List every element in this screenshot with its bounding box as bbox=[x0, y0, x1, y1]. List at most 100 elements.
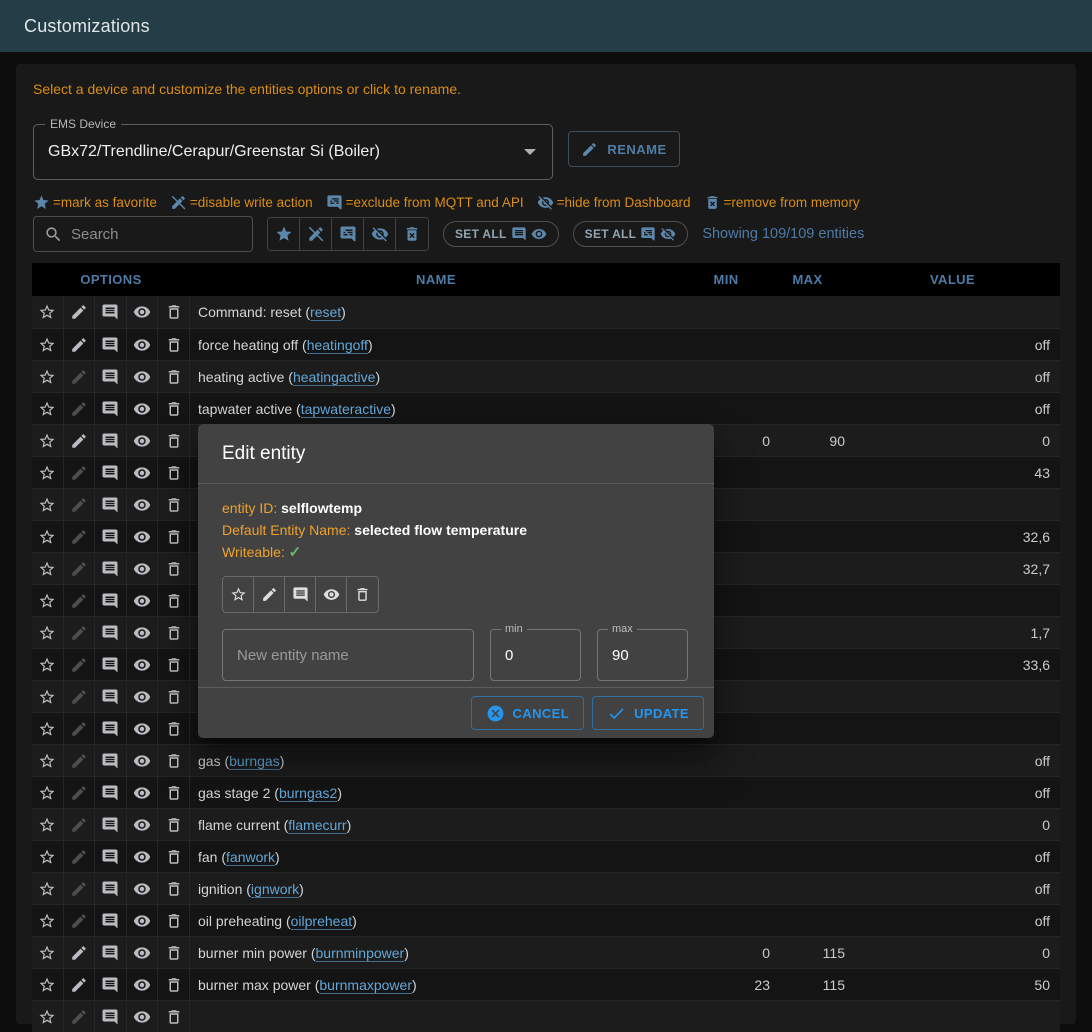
hide-dashboard-button[interactable] bbox=[127, 809, 159, 840]
favorite-star-button[interactable] bbox=[32, 969, 64, 1000]
hide-dashboard-button[interactable] bbox=[127, 296, 159, 328]
favorite-star-button[interactable] bbox=[32, 809, 64, 840]
favorite-star-button[interactable] bbox=[32, 329, 64, 360]
min-field[interactable]: min bbox=[490, 629, 581, 681]
exclude-mqtt-button[interactable] bbox=[95, 1001, 127, 1032]
entity-id-link[interactable]: burnminpower bbox=[316, 945, 405, 961]
delete-entity-button[interactable] bbox=[158, 329, 190, 360]
entity-id-link[interactable]: tapwateractive bbox=[301, 401, 391, 417]
favorite-star-button[interactable] bbox=[32, 649, 64, 680]
ems-device-select[interactable]: EMS Device GBx72/Trendline/Cerapur/Green… bbox=[33, 124, 553, 180]
set-all-hide-button[interactable]: SET ALL bbox=[573, 221, 689, 247]
edit-entity-button[interactable] bbox=[64, 777, 96, 808]
favorite-star-button[interactable] bbox=[32, 296, 64, 328]
exclude-mqtt-button[interactable] bbox=[95, 777, 127, 808]
delete-entity-button[interactable] bbox=[158, 457, 190, 488]
hide-dashboard-button[interactable] bbox=[127, 553, 159, 584]
delete-entity-button[interactable] bbox=[158, 873, 190, 904]
delete-entity-button[interactable] bbox=[158, 745, 190, 776]
hide-dashboard-button[interactable] bbox=[127, 425, 159, 456]
favorite-star-button[interactable] bbox=[32, 777, 64, 808]
hide-dashboard-button[interactable] bbox=[127, 649, 159, 680]
delete-entity-button[interactable] bbox=[158, 393, 190, 424]
delete-entity-button[interactable] bbox=[158, 296, 190, 328]
favorite-star-button[interactable] bbox=[32, 681, 64, 712]
exclude-mqtt-button[interactable] bbox=[95, 841, 127, 872]
hide-dashboard-button[interactable] bbox=[316, 577, 347, 612]
favorite-star-button[interactable] bbox=[32, 425, 64, 456]
favorite-star-button[interactable] bbox=[32, 553, 64, 584]
edit-entity-button[interactable] bbox=[64, 489, 96, 520]
exclude-mqtt-button[interactable] bbox=[95, 361, 127, 392]
edit-entity-button[interactable] bbox=[64, 393, 96, 424]
edit-entity-button[interactable] bbox=[64, 553, 96, 584]
delete-entity-button[interactable] bbox=[158, 809, 190, 840]
edit-entity-button[interactable] bbox=[64, 585, 96, 616]
entity-id-link[interactable]: reset bbox=[310, 304, 341, 320]
favorite-star-button[interactable] bbox=[32, 841, 64, 872]
edit-entity-button[interactable] bbox=[64, 713, 96, 744]
delete-forever-toggle-button[interactable] bbox=[396, 218, 428, 250]
exclude-mqtt-button[interactable] bbox=[95, 969, 127, 1000]
favorite-star-button[interactable] bbox=[32, 1001, 64, 1032]
hide-dashboard-button[interactable] bbox=[127, 617, 159, 648]
edit-entity-button[interactable] bbox=[64, 296, 96, 328]
edit-entity-button[interactable] bbox=[64, 425, 96, 456]
edit-entity-button[interactable] bbox=[64, 329, 96, 360]
edit-entity-button[interactable] bbox=[64, 617, 96, 648]
hide-dashboard-button[interactable] bbox=[127, 457, 159, 488]
hide-dashboard-button[interactable] bbox=[127, 521, 159, 552]
favorite-star-button[interactable] bbox=[32, 489, 64, 520]
hide-dashboard-button[interactable] bbox=[127, 937, 159, 968]
entity-id-link[interactable]: flamecurr bbox=[288, 817, 346, 833]
exclude-mqtt-button[interactable] bbox=[95, 393, 127, 424]
cancel-button[interactable]: CANCEL bbox=[471, 696, 585, 730]
exclude-mqtt-button[interactable] bbox=[285, 577, 316, 612]
hide-dashboard-button[interactable] bbox=[127, 713, 159, 744]
hide-dashboard-button[interactable] bbox=[127, 905, 159, 936]
delete-entity-button[interactable] bbox=[158, 841, 190, 872]
visibility-off-toggle-button[interactable] bbox=[364, 218, 396, 250]
delete-entity-button[interactable] bbox=[158, 553, 190, 584]
edit-entity-button[interactable] bbox=[64, 361, 96, 392]
favorite-star-button[interactable] bbox=[223, 577, 254, 612]
favorite-star-button[interactable] bbox=[32, 905, 64, 936]
hide-dashboard-button[interactable] bbox=[127, 329, 159, 360]
favorite-star-button[interactable] bbox=[32, 457, 64, 488]
entity-id-link[interactable]: heatingoff bbox=[307, 337, 368, 353]
hide-dashboard-button[interactable] bbox=[127, 489, 159, 520]
delete-entity-button[interactable] bbox=[158, 905, 190, 936]
delete-entity-button[interactable] bbox=[158, 1001, 190, 1032]
favorite-star-button[interactable] bbox=[32, 937, 64, 968]
delete-entity-button[interactable] bbox=[158, 937, 190, 968]
favorite-star-button[interactable] bbox=[32, 617, 64, 648]
edit-entity-button[interactable] bbox=[64, 745, 96, 776]
edit-entity-button[interactable] bbox=[64, 905, 96, 936]
edit-entity-button[interactable] bbox=[64, 841, 96, 872]
exclude-mqtt-button[interactable] bbox=[95, 745, 127, 776]
search-input[interactable] bbox=[71, 226, 242, 243]
edit-entity-button[interactable] bbox=[64, 457, 96, 488]
favorite-star-button[interactable] bbox=[32, 745, 64, 776]
edit-entity-button[interactable] bbox=[64, 521, 96, 552]
min-input[interactable] bbox=[505, 647, 566, 664]
hide-dashboard-button[interactable] bbox=[127, 585, 159, 616]
edit-entity-button[interactable] bbox=[64, 809, 96, 840]
update-button[interactable]: UPDATE bbox=[592, 696, 704, 730]
exclude-mqtt-button[interactable] bbox=[95, 937, 127, 968]
favorite-star-button[interactable] bbox=[32, 521, 64, 552]
set-all-show-button[interactable]: SET ALL bbox=[443, 221, 559, 247]
new-entity-name-input[interactable] bbox=[237, 647, 459, 664]
favorite-star-button[interactable] bbox=[32, 713, 64, 744]
hide-dashboard-button[interactable] bbox=[127, 361, 159, 392]
search-box[interactable] bbox=[33, 216, 253, 252]
edit-entity-button[interactable] bbox=[254, 577, 285, 612]
exclude-mqtt-button[interactable] bbox=[95, 553, 127, 584]
exclude-mqtt-button[interactable] bbox=[95, 809, 127, 840]
hide-dashboard-button[interactable] bbox=[127, 777, 159, 808]
exclude-mqtt-button[interactable] bbox=[95, 617, 127, 648]
entity-id-link[interactable]: burngas2 bbox=[279, 785, 337, 801]
delete-entity-button[interactable] bbox=[158, 969, 190, 1000]
favorite-star-button[interactable] bbox=[32, 873, 64, 904]
hide-dashboard-button[interactable] bbox=[127, 841, 159, 872]
